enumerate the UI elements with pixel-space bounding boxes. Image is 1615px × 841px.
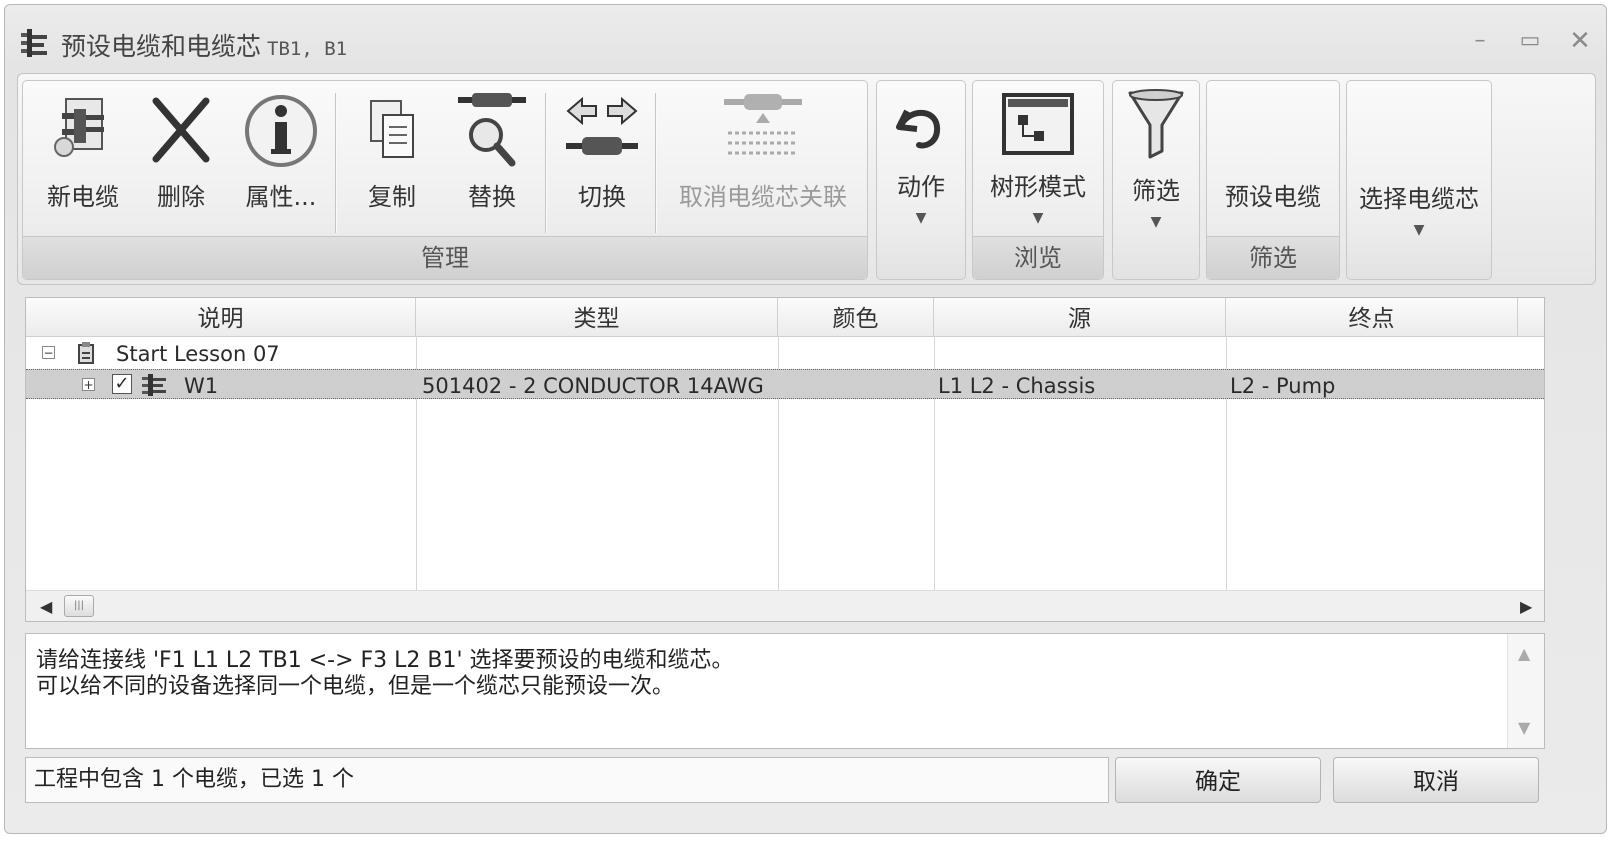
manage-group-label: 管理 bbox=[23, 236, 867, 279]
replace-button[interactable]: 替换 bbox=[447, 89, 537, 212]
select-core-dropdown-button[interactable]: 选择电缆芯 ▼ bbox=[1346, 80, 1492, 280]
message-line-2: 可以给不同的设备选择同一个电缆，但是一个缆芯只能预设一次。 bbox=[36, 674, 675, 699]
action-caret-icon: ▼ bbox=[915, 210, 927, 226]
preset-cable-label: 预设电缆 bbox=[1225, 183, 1321, 211]
ok-button[interactable]: 确定 bbox=[1115, 757, 1321, 803]
select-core-label: 选择电缆芯 bbox=[1359, 185, 1479, 213]
window-subtitle: TB1, B1 bbox=[267, 38, 348, 60]
ribbon-group-filter: 预设电缆 筛选 bbox=[1206, 80, 1340, 280]
column-header-color[interactable]: 颜色 bbox=[778, 298, 934, 336]
title-bar: 预设电缆和电缆芯 TB1, B1 – ▭ ✕ bbox=[5, 5, 1606, 69]
tree-mode-button[interactable]: 树形模式 ▼ bbox=[973, 89, 1103, 226]
table-row-project[interactable]: − Start Lesson 07 bbox=[26, 338, 1544, 368]
copy-button[interactable]: 复制 bbox=[347, 89, 437, 212]
select-core-button-content: 选择电缆芯 ▼ bbox=[1347, 173, 1491, 238]
row-description: W1 bbox=[184, 374, 219, 398]
unassign-core-icon bbox=[724, 94, 802, 155]
table-header: 说明 类型 颜色 源 终点 bbox=[26, 298, 1544, 337]
manage-separator-2 bbox=[545, 93, 547, 233]
unassign-core-label: 取消电缆芯关联 bbox=[679, 183, 847, 211]
dialog-window: 预设电缆和电缆芯 TB1, B1 – ▭ ✕ 新电缆 删除 属性... 复制 替… bbox=[4, 4, 1607, 834]
info-icon bbox=[245, 95, 317, 167]
tree-mode-icon bbox=[1002, 93, 1074, 155]
maximize-button[interactable]: ▭ bbox=[1515, 29, 1545, 53]
delete-x-icon bbox=[152, 97, 210, 163]
column-header-source[interactable]: 源 bbox=[934, 298, 1226, 336]
filter-caret-icon: ▼ bbox=[1150, 214, 1162, 230]
switch-label: 切换 bbox=[578, 183, 626, 211]
collapse-toggle-icon[interactable]: − bbox=[42, 346, 55, 359]
action-label: 动作 bbox=[897, 173, 945, 201]
undo-arrow-icon bbox=[896, 109, 941, 149]
row-type: 501402 - 2 CONDUCTOR 14AWG bbox=[422, 374, 764, 398]
row-target: L2 - Pump bbox=[1230, 374, 1336, 398]
scroll-right-icon[interactable]: ▶ bbox=[1520, 597, 1532, 616]
column-header-type[interactable]: 类型 bbox=[416, 298, 778, 336]
cable-checkbox[interactable]: ✓ bbox=[112, 374, 132, 394]
select-core-caret-icon: ▼ bbox=[1413, 222, 1425, 238]
filter-label: 筛选 bbox=[1132, 177, 1180, 205]
row-description: Start Lesson 07 bbox=[116, 342, 280, 366]
minimize-button[interactable]: – bbox=[1465, 29, 1495, 53]
scroll-left-icon[interactable]: ◀ bbox=[40, 597, 52, 616]
status-bar: 工程中包含 1 个电缆，已选 1 个 bbox=[25, 757, 1109, 803]
action-button-content: 动作 ▼ bbox=[877, 95, 965, 226]
browse-group-label: 浏览 bbox=[973, 236, 1103, 279]
tree-mode-label: 树形模式 bbox=[990, 173, 1086, 201]
window-title-text: 预设电缆和电缆芯 bbox=[61, 32, 262, 61]
project-icon bbox=[78, 342, 94, 364]
table-row-cable[interactable]: + ✓ W1 501402 - 2 CONDUCTOR 14AWG L1 L2 … bbox=[26, 369, 1544, 399]
cable-app-icon bbox=[21, 29, 47, 57]
ribbon-group-browse: 树形模式 ▼ 浏览 bbox=[972, 80, 1104, 280]
funnel-icon bbox=[1128, 89, 1184, 159]
ribbon-group-manage: 新电缆 删除 属性... 复制 替换 切换 取消电缆芯关联 管理 bbox=[22, 80, 868, 280]
scroll-down-icon[interactable]: ▼ bbox=[1518, 718, 1530, 737]
replace-search-icon bbox=[458, 93, 526, 167]
expand-toggle-icon[interactable]: + bbox=[82, 378, 95, 391]
switch-button[interactable]: 切换 bbox=[557, 89, 647, 212]
window-title: 预设电缆和电缆芯 TB1, B1 bbox=[61, 27, 347, 63]
close-button[interactable]: ✕ bbox=[1565, 28, 1595, 54]
switch-arrows-icon bbox=[566, 96, 638, 155]
delete-button[interactable]: 删除 bbox=[141, 89, 221, 212]
ribbon-toolbar: 新电缆 删除 属性... 复制 替换 切换 取消电缆芯关联 管理 动作 ▼ 树形… bbox=[17, 73, 1596, 285]
new-cable-icon bbox=[54, 98, 104, 157]
manage-separator-3 bbox=[655, 93, 657, 233]
preset-cable-button[interactable]: 预设电缆 bbox=[1207, 171, 1339, 212]
filter-dropdown-button[interactable]: 筛选 ▼ bbox=[1112, 80, 1200, 280]
column-header-description[interactable]: 说明 bbox=[26, 298, 416, 336]
message-box: 请给连接线 'F1 L1 L2 TB1 <-> F3 L2 B1' 选择要预设的… bbox=[25, 633, 1545, 749]
row-source: L1 L2 - Chassis bbox=[938, 374, 1096, 398]
tree-mode-caret-icon: ▼ bbox=[1032, 210, 1044, 226]
properties-label: 属性... bbox=[245, 183, 317, 211]
new-cable-button[interactable]: 新电缆 bbox=[33, 89, 133, 212]
scroll-up-icon[interactable]: ▲ bbox=[1518, 644, 1530, 663]
column-header-target[interactable]: 终点 bbox=[1226, 298, 1518, 336]
action-dropdown-button[interactable]: 动作 ▼ bbox=[876, 80, 966, 280]
unassign-core-button[interactable]: 取消电缆芯关联 bbox=[665, 89, 861, 212]
filter-button-content: 筛选 ▼ bbox=[1113, 85, 1199, 230]
message-vertical-scrollbar[interactable]: ▲ ▼ bbox=[1507, 634, 1544, 748]
scroll-thumb[interactable]: ||| bbox=[64, 595, 94, 617]
cable-table: 说明 类型 颜色 源 终点 − Start Lesson 07 + ✓ W1 5… bbox=[25, 297, 1545, 622]
delete-label: 删除 bbox=[157, 183, 205, 211]
filter-group-label: 筛选 bbox=[1207, 236, 1339, 279]
copy-icon bbox=[370, 100, 414, 158]
manage-separator-1 bbox=[335, 93, 337, 233]
new-cable-label: 新电缆 bbox=[47, 183, 119, 211]
copy-label: 复制 bbox=[368, 183, 416, 211]
cable-icon bbox=[142, 374, 166, 396]
horizontal-scrollbar[interactable]: ◀ ||| ▶ bbox=[26, 590, 1544, 621]
cancel-button[interactable]: 取消 bbox=[1333, 757, 1539, 803]
replace-label: 替换 bbox=[468, 183, 516, 211]
properties-button[interactable]: 属性... bbox=[231, 89, 331, 212]
